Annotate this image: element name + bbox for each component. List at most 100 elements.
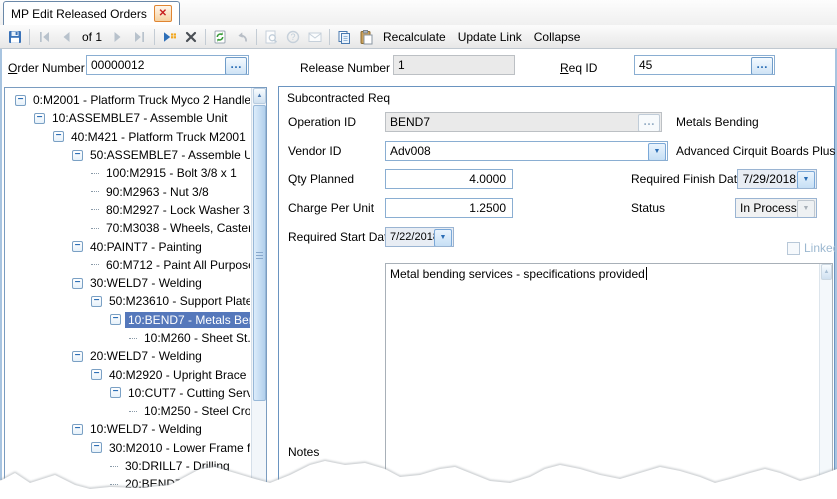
next-record-button bbox=[107, 28, 129, 46]
tree-item[interactable]: −40:M2920 - Upright Brace F... bbox=[7, 365, 250, 383]
collapse-icon[interactable]: − bbox=[110, 314, 121, 325]
leaf-dash-icon bbox=[91, 209, 99, 210]
document-tab[interactable]: MP Edit Released Orders ✕ bbox=[3, 1, 180, 25]
refresh-button[interactable] bbox=[209, 28, 231, 46]
tree-item[interactable]: −40:M421 - Platform Truck M2001 M... bbox=[7, 128, 250, 146]
tree-scrollbar[interactable] bbox=[251, 88, 266, 498]
start-date-dropdown-button[interactable] bbox=[434, 229, 452, 247]
collapse-icon[interactable]: − bbox=[72, 424, 83, 435]
tree-item-label: 0:M2001 - Platform Truck Myco 2 Handle w… bbox=[30, 92, 250, 108]
leaf-dash-icon bbox=[129, 411, 137, 412]
notes-textarea[interactable]: Metal bending services - specifications … bbox=[385, 263, 833, 499]
email-icon bbox=[307, 29, 323, 45]
paste-icon bbox=[358, 29, 374, 45]
help-icon: ? bbox=[285, 29, 301, 45]
tree-item[interactable]: −10:WELD7 - Welding bbox=[7, 420, 250, 438]
tree-item[interactable]: 100:M2915 - Bolt 3/8 x 1 bbox=[7, 164, 250, 182]
collapse-icon[interactable]: − bbox=[34, 113, 45, 124]
tree-item[interactable]: −10:CUT7 - Cutting Servi... bbox=[7, 384, 250, 402]
text-cursor bbox=[646, 267, 647, 280]
tree-item[interactable]: 30:DRILL7 - Drilling bbox=[7, 457, 250, 475]
toolbar-separator bbox=[29, 29, 30, 45]
tree-item-label: 10:WELD7 - Welding bbox=[87, 421, 205, 437]
notes-scrollbar[interactable] bbox=[819, 264, 832, 499]
order-number-input[interactable]: 00000012 bbox=[86, 55, 249, 75]
collapse-button[interactable]: Collapse bbox=[528, 30, 587, 44]
order-number-lookup-button[interactable] bbox=[225, 57, 247, 75]
tree-item[interactable]: 10:M260 - Sheet St... bbox=[7, 329, 250, 347]
copy-button[interactable] bbox=[333, 28, 355, 46]
leaf-dash-icon bbox=[91, 264, 99, 265]
collapse-icon[interactable]: − bbox=[110, 387, 121, 398]
finish-date-dropdown-button[interactable] bbox=[797, 171, 815, 189]
tree-item[interactable]: −30:M2010 - Lower Frame fo... bbox=[7, 439, 250, 457]
tree-item[interactable]: −20:WELD7 - Welding bbox=[7, 347, 250, 365]
tree-item[interactable]: 80:M2927 - Lock Washer 3/8 bbox=[7, 201, 250, 219]
operation-id-field: BEND7 bbox=[385, 112, 662, 132]
leaf-dash-icon bbox=[91, 228, 99, 229]
tree-item[interactable]: −10:BEND7 - Metals Ben... bbox=[7, 311, 250, 329]
leaf-dash-icon bbox=[91, 173, 99, 174]
toolbar-separator bbox=[329, 29, 330, 45]
scroll-up-icon[interactable] bbox=[253, 88, 266, 104]
collapse-icon[interactable]: − bbox=[91, 442, 102, 453]
tree-item[interactable]: −10:ASSEMBLE7 - Assemble Unit bbox=[7, 109, 250, 127]
tree-item[interactable]: 10:M250 - Steel Cro... bbox=[7, 402, 250, 420]
delete-button[interactable] bbox=[180, 28, 202, 46]
vendor-dropdown-button[interactable] bbox=[648, 143, 666, 161]
operation-id-label: Operation ID bbox=[288, 115, 356, 130]
req-id-input[interactable]: 45 bbox=[634, 55, 775, 75]
collapse-icon[interactable]: − bbox=[91, 296, 102, 307]
qty-planned-input[interactable]: 4.0000 bbox=[385, 169, 513, 189]
leaf-dash-icon bbox=[110, 466, 118, 467]
tree-item[interactable]: 60:M712 - Paint All Purpose... bbox=[7, 256, 250, 274]
tab-subcontracted[interactable]: Subcontracted bbox=[287, 91, 364, 106]
tab-req[interactable]: Req bbox=[368, 91, 390, 106]
required-finish-date-input[interactable]: 7/29/2018 bbox=[737, 169, 817, 189]
close-icon[interactable]: ✕ bbox=[154, 5, 172, 22]
run-icon bbox=[161, 29, 177, 45]
document-tab-strip: MP Edit Released Orders ✕ bbox=[0, 0, 837, 26]
tree-item[interactable]: 20:BEND7 - M... bbox=[7, 475, 250, 493]
undo-icon bbox=[234, 29, 250, 45]
req-id-lookup-button[interactable] bbox=[751, 57, 773, 75]
tree-item-label: 30:WELD7 - Welding bbox=[87, 275, 205, 291]
collapse-icon[interactable]: − bbox=[72, 278, 83, 289]
save-icon bbox=[7, 29, 23, 45]
first-record-button bbox=[33, 28, 55, 46]
collapse-icon[interactable]: − bbox=[15, 95, 26, 106]
charge-per-unit-input[interactable]: 1.2500 bbox=[385, 198, 513, 218]
required-start-date-input[interactable]: 7/22/2018 bbox=[385, 227, 454, 247]
tree-item-label: 30:M2010 - Lower Frame fo... bbox=[106, 440, 250, 456]
record-position-label: of 1 bbox=[82, 30, 102, 44]
vendor-id-input[interactable]: Adv008 bbox=[385, 141, 668, 161]
scroll-up-icon[interactable] bbox=[821, 264, 832, 280]
notes-value: Metal bending services - specifications … bbox=[390, 267, 645, 281]
tree-item[interactable]: −40:PAINT7 - Painting bbox=[7, 237, 250, 255]
update-link-button[interactable]: Update Link bbox=[452, 30, 528, 44]
previous-record-button bbox=[55, 28, 77, 46]
tree-item[interactable]: −30:WELD7 - Welding bbox=[7, 274, 250, 292]
collapse-icon[interactable]: − bbox=[72, 351, 83, 362]
tree-item[interactable]: 90:M2963 - Nut 3/8 bbox=[7, 182, 250, 200]
run-button[interactable] bbox=[158, 28, 180, 46]
vendor-id-label: Vendor ID bbox=[288, 144, 341, 159]
status-value: In Process bbox=[740, 201, 797, 215]
tree-scrollbar-thumb[interactable] bbox=[253, 105, 266, 401]
tree-item[interactable]: −50:ASSEMBLE7 - Assemble Unit bbox=[7, 146, 250, 164]
tree-item[interactable]: 70:M3038 - Wheels, Caster... bbox=[7, 219, 250, 237]
tree-item-label: 80:M2927 - Lock Washer 3/8 bbox=[103, 202, 250, 218]
collapse-icon[interactable]: − bbox=[53, 131, 64, 142]
paste-button[interactable] bbox=[355, 28, 377, 46]
refresh-icon bbox=[212, 29, 228, 45]
print-preview-button bbox=[260, 28, 282, 46]
delete-icon bbox=[183, 29, 199, 45]
tree-item[interactable]: −0:M2001 - Platform Truck Myco 2 Handle … bbox=[7, 91, 250, 109]
save-button[interactable] bbox=[4, 28, 26, 46]
collapse-icon[interactable]: − bbox=[72, 150, 83, 161]
collapse-icon[interactable]: − bbox=[91, 369, 102, 380]
recalculate-button[interactable]: Recalculate bbox=[377, 30, 452, 44]
tree-item[interactable]: −50:M23610 - Support Plate bbox=[7, 292, 250, 310]
qty-planned-value: 4.0000 bbox=[469, 172, 506, 186]
collapse-icon[interactable]: − bbox=[72, 241, 83, 252]
